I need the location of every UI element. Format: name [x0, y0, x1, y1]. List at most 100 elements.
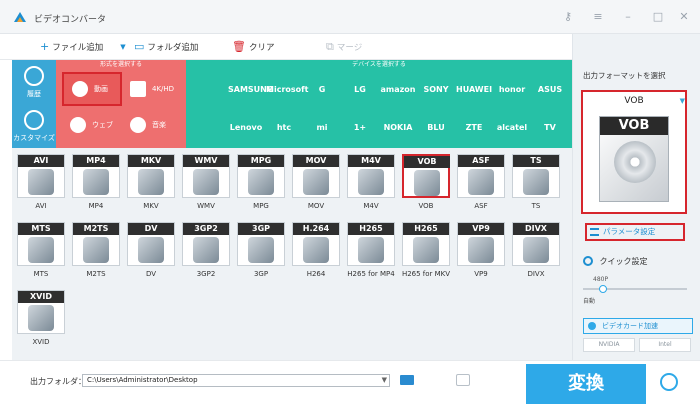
- device-item[interactable]: SONY: [418, 72, 454, 108]
- format-item[interactable]: ASF ASF: [456, 152, 506, 216]
- format-art-icon: [193, 237, 219, 263]
- device-item[interactable]: [190, 110, 226, 146]
- convert-button[interactable]: 変換: [526, 364, 646, 404]
- 4k-icon: [130, 81, 146, 97]
- format-badge: ASF: [458, 155, 504, 167]
- format-badge: DV: [128, 223, 174, 235]
- format-item[interactable]: WMV WMV: [181, 152, 231, 216]
- format-item[interactable]: TS TS: [511, 152, 561, 216]
- format-badge: 3GP2: [183, 223, 229, 235]
- open-folder-icon[interactable]: [400, 375, 414, 385]
- device-item[interactable]: HUAWEI: [456, 72, 492, 108]
- format-item[interactable]: DV DV: [126, 220, 176, 284]
- format-icon: DV: [127, 222, 175, 266]
- add-folder-button[interactable]: ▭ フォルダ追加: [134, 40, 198, 54]
- format-item[interactable]: MOV MOV: [291, 152, 341, 216]
- web-icon: [70, 117, 86, 133]
- format-item[interactable]: 3GP 3GP: [236, 220, 286, 284]
- format-icon: MPG: [237, 154, 285, 198]
- format-item[interactable]: AVI AVI: [16, 152, 66, 216]
- gpu-acceleration-button[interactable]: ビデオカード加速: [583, 318, 693, 334]
- key-icon[interactable]: ⚷: [560, 9, 576, 25]
- format-label: MKV: [143, 202, 159, 210]
- category-music-label: 音楽: [152, 121, 166, 129]
- category-panel: 履歴 カスタマイズ 形式を選択する 動画 4K/HD ウェブ 音楽 デバイスを選…: [12, 60, 572, 148]
- format-item[interactable]: 3GP2 3GP2: [181, 220, 231, 284]
- category-web[interactable]: ウェブ: [62, 108, 122, 142]
- format-item[interactable]: H.264 H264: [291, 220, 341, 284]
- format-item[interactable]: MPG MPG: [236, 152, 286, 216]
- category-music[interactable]: 音楽: [122, 108, 182, 142]
- device-item[interactable]: 1+: [342, 110, 378, 146]
- format-item[interactable]: VOB VOB: [401, 152, 451, 216]
- format-item[interactable]: XVID XVID: [16, 288, 66, 352]
- device-item[interactable]: amazon: [380, 72, 416, 108]
- format-item[interactable]: DIVX DIVX: [511, 220, 561, 284]
- device-header: デバイスを選択する: [352, 61, 406, 68]
- format-item[interactable]: H265 H265 for MP4: [346, 220, 396, 284]
- merge-button[interactable]: ⧉ マージ: [326, 40, 362, 54]
- format-item[interactable]: M4V M4V: [346, 152, 396, 216]
- device-item[interactable]: ASUS: [532, 72, 568, 108]
- device-item[interactable]: alcatel: [494, 110, 530, 146]
- format-badge: M2TS: [73, 223, 119, 235]
- format-art-icon: [303, 237, 329, 263]
- device-item[interactable]: mi: [304, 110, 340, 146]
- format-art-icon: [83, 237, 109, 263]
- side-nav: 履歴 カスタマイズ: [12, 60, 56, 148]
- device-item[interactable]: honor: [494, 72, 530, 108]
- maximize-button[interactable]: □: [650, 9, 666, 25]
- device-item[interactable]: Lenovo: [228, 110, 264, 146]
- format-icon: 3GP2: [182, 222, 230, 266]
- vob-format-icon: VOB: [599, 116, 669, 202]
- device-item[interactable]: Microsoft: [266, 72, 308, 108]
- format-label: M2TS: [86, 270, 106, 278]
- chevron-down-icon[interactable]: ▼: [382, 375, 387, 386]
- output-folder-input[interactable]: C:\Users\Administrator\Desktop ▼: [82, 374, 390, 387]
- device-item[interactable]: htc: [266, 110, 302, 146]
- format-label: H265 for MKV: [401, 270, 451, 278]
- alarm-clock-icon[interactable]: [660, 373, 678, 391]
- history-tab[interactable]: 履歴: [12, 60, 56, 104]
- format-item[interactable]: MTS MTS: [16, 220, 66, 284]
- slider-tick-label: 480P: [593, 276, 609, 283]
- category-4k-hd[interactable]: 4K/HD: [122, 72, 182, 106]
- format-art-icon: [468, 237, 494, 263]
- slider-knob[interactable]: [599, 285, 607, 293]
- device-item[interactable]: BLU: [418, 110, 454, 146]
- device-item[interactable]: ZTE: [456, 110, 492, 146]
- quality-slider[interactable]: [583, 285, 687, 293]
- format-item[interactable]: M2TS M2TS: [71, 220, 121, 284]
- dropdown-arrow-icon[interactable]: ▼: [120, 43, 125, 51]
- format-icon: M2TS: [72, 222, 120, 266]
- close-button[interactable]: ✕: [676, 9, 692, 25]
- menu-icon[interactable]: ≡: [590, 9, 606, 25]
- format-art-icon: [28, 169, 54, 195]
- parameter-settings-button[interactable]: パラメータ設定: [585, 223, 685, 241]
- format-item[interactable]: MKV MKV: [126, 152, 176, 216]
- device-item[interactable]: [190, 72, 226, 108]
- clear-button[interactable]: 🗑 クリア: [232, 40, 274, 54]
- device-item[interactable]: TV: [532, 110, 568, 146]
- format-item[interactable]: VP9 VP9: [456, 220, 506, 284]
- format-art-icon: [523, 237, 549, 263]
- category-video[interactable]: 動画: [62, 72, 122, 106]
- format-icon: 3GP: [237, 222, 285, 266]
- device-item[interactable]: LG: [342, 72, 378, 108]
- format-label: H265 for MP4: [347, 270, 395, 278]
- format-badge: VOB: [404, 156, 450, 168]
- device-item[interactable]: NOKIA: [380, 110, 416, 146]
- merge-files-icon[interactable]: [456, 374, 470, 386]
- selected-format-box[interactable]: VOB ▼ VOB: [581, 90, 687, 214]
- device-item[interactable]: SAMSUNG: [228, 72, 273, 108]
- device-item[interactable]: G: [304, 72, 340, 108]
- add-file-button[interactable]: + ファイル追加 ▼: [40, 40, 126, 54]
- format-item[interactable]: MP4 MP4: [71, 152, 121, 216]
- merge-label: マージ: [336, 43, 363, 53]
- minimize-button[interactable]: –: [620, 9, 636, 25]
- format-icon: MKV: [127, 154, 175, 198]
- format-dropdown[interactable]: VOB ▼: [587, 96, 685, 108]
- format-label: H264: [306, 270, 326, 278]
- customize-tab[interactable]: カスタマイズ: [12, 104, 56, 148]
- format-item[interactable]: H265 H265 for MKV: [401, 220, 451, 284]
